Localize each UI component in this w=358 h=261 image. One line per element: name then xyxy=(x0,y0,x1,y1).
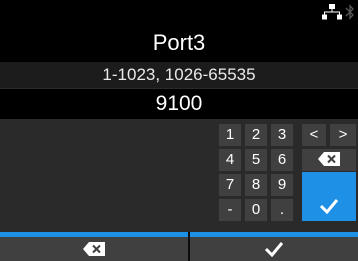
key-5[interactable]: 5 xyxy=(245,149,267,171)
key-6[interactable]: 6 xyxy=(271,149,293,171)
key-enter[interactable] xyxy=(302,172,356,221)
port-value-field[interactable]: 9100 xyxy=(0,89,358,119)
key-8[interactable]: 8 xyxy=(245,174,267,196)
page-title: Port3 xyxy=(0,24,358,62)
checkmark-icon xyxy=(264,241,284,257)
network-icon xyxy=(322,4,342,20)
key-1[interactable]: 1 xyxy=(219,124,241,146)
status-bar xyxy=(0,0,358,24)
key-3[interactable]: 3 xyxy=(271,124,293,146)
key-4[interactable]: 4 xyxy=(219,149,241,171)
key-dot[interactable]: . xyxy=(271,199,293,221)
key-minus[interactable]: - xyxy=(219,199,241,221)
key-9[interactable]: 9 xyxy=(271,174,293,196)
checkmark-icon xyxy=(319,198,339,214)
key-cursor-right[interactable]: > xyxy=(330,124,356,146)
key-0[interactable]: 0 xyxy=(245,199,267,221)
bottom-divider xyxy=(188,232,190,261)
backspace-icon xyxy=(83,242,105,256)
port-settings-screen: Port3 1-1023, 1026-65535 9100 1 2 3 < > … xyxy=(0,0,358,261)
key-backspace[interactable] xyxy=(302,149,356,171)
backspace-icon xyxy=(318,151,340,166)
bluetooth-icon xyxy=(345,3,355,21)
back-button[interactable] xyxy=(0,237,188,261)
confirm-button[interactable] xyxy=(190,237,358,261)
key-2[interactable]: 2 xyxy=(245,124,267,146)
range-hint: 1-1023, 1026-65535 xyxy=(0,62,358,88)
key-cursor-left[interactable]: < xyxy=(302,124,326,146)
key-7[interactable]: 7 xyxy=(219,174,241,196)
